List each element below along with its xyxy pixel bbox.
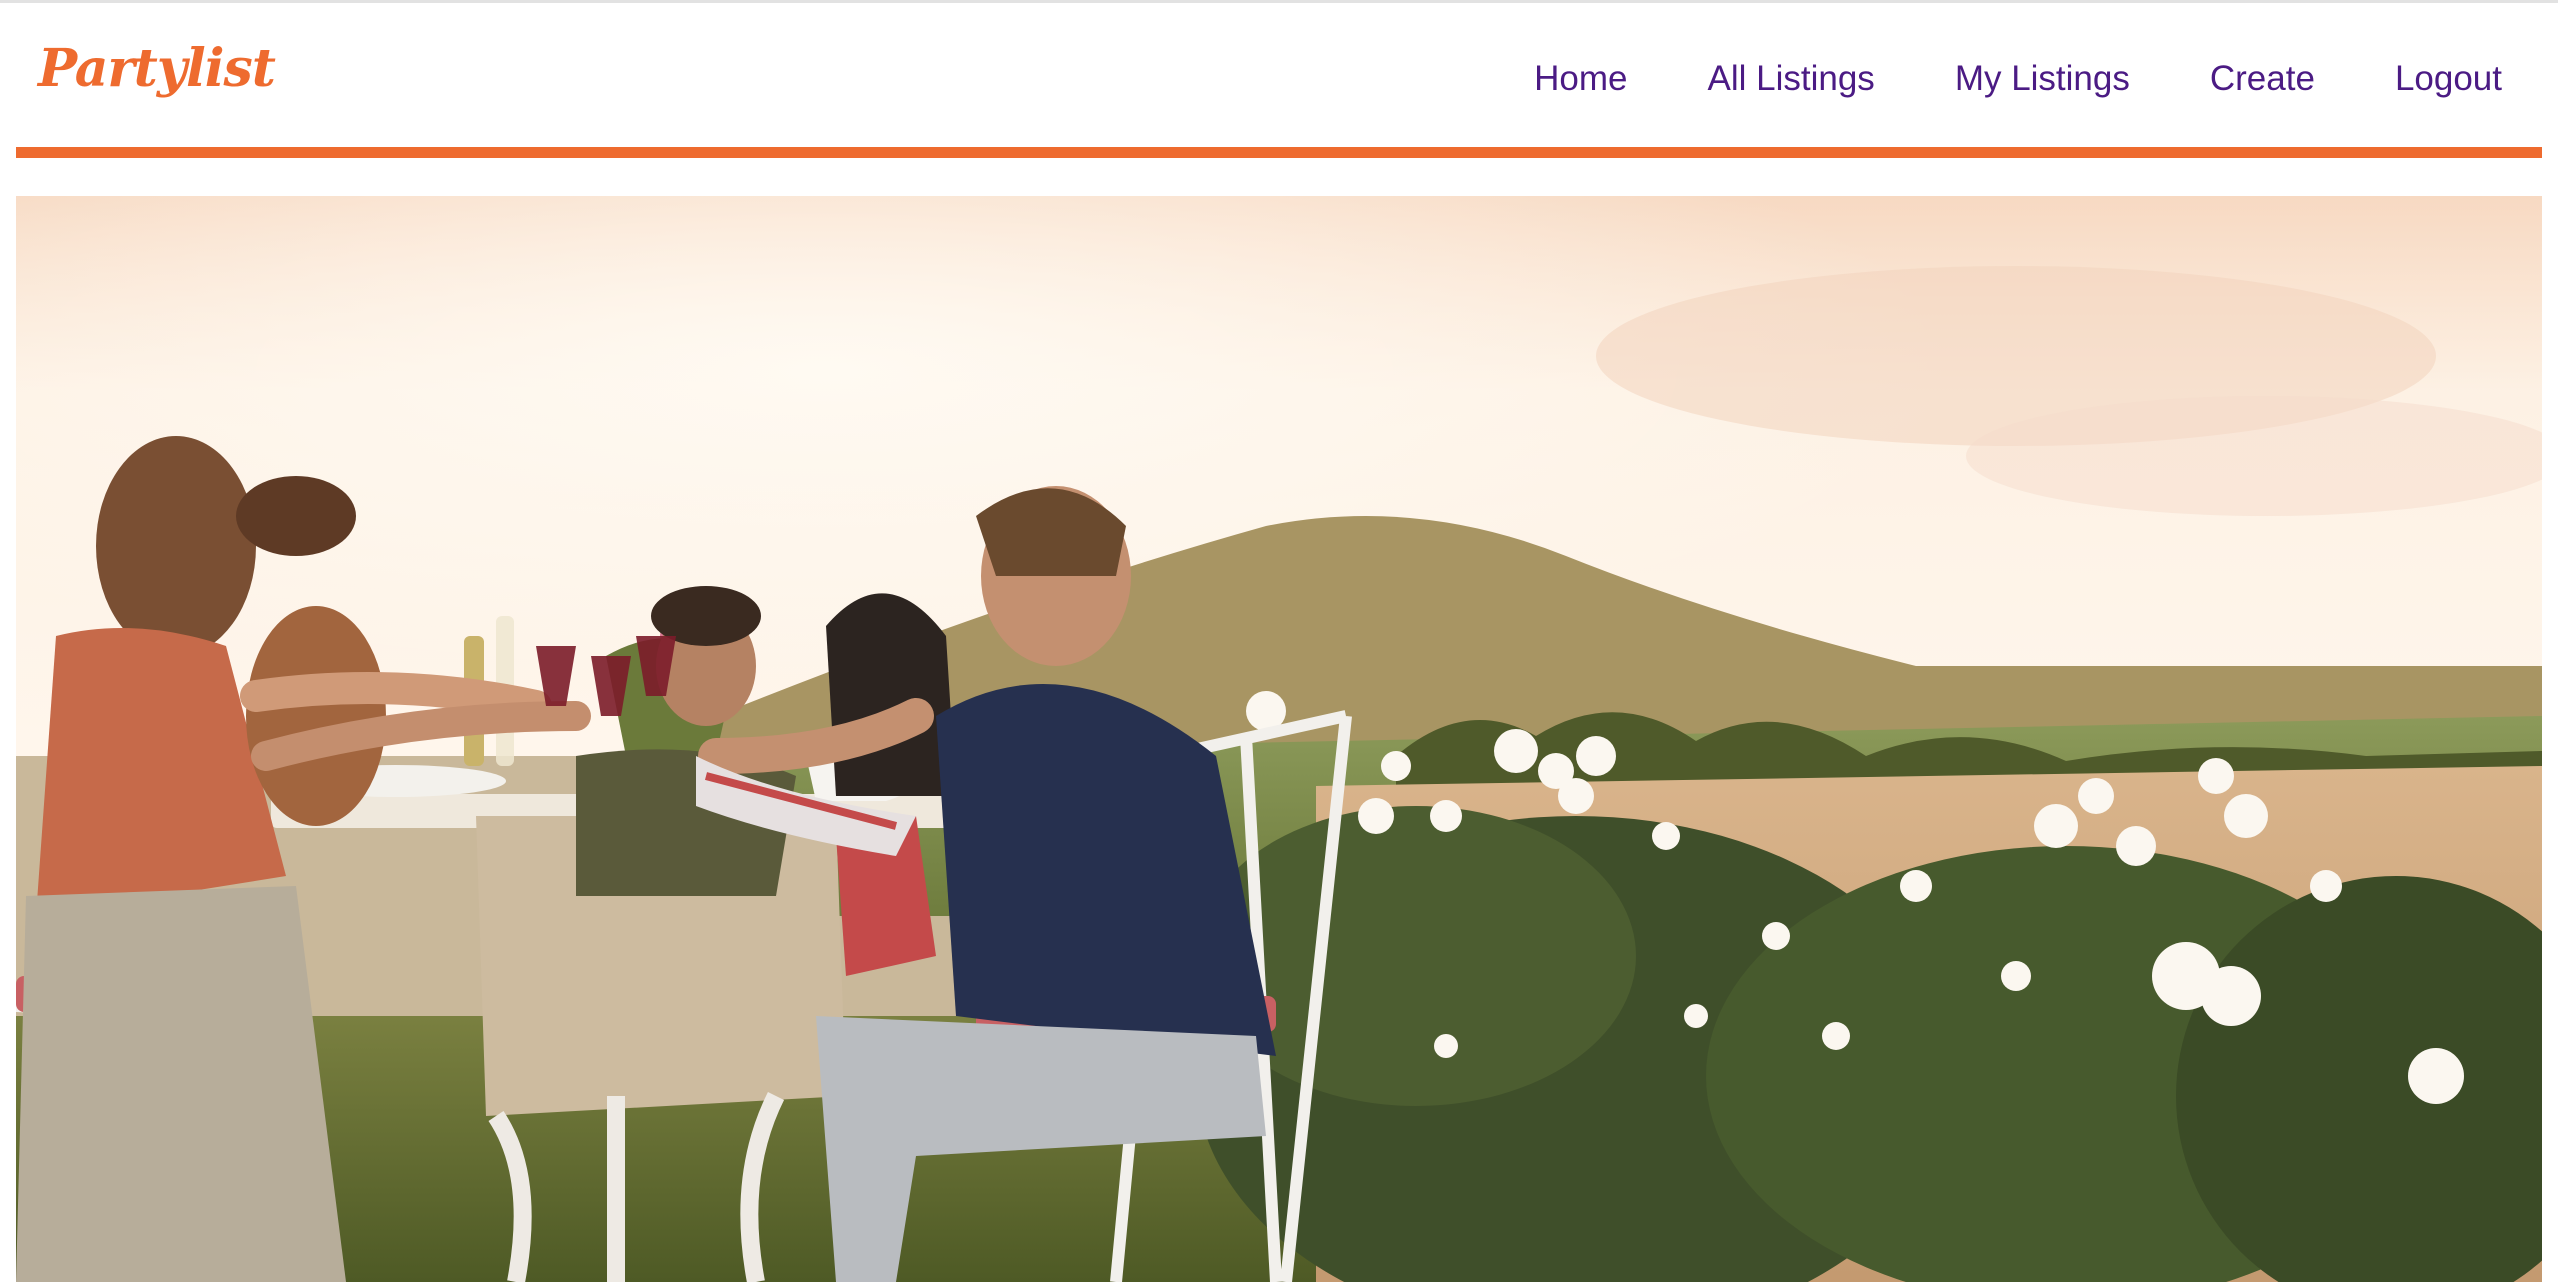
nav-all-listings-link[interactable]: All Listings: [1708, 61, 1875, 96]
nav-create-link[interactable]: Create: [2210, 61, 2315, 96]
nav-links: Home All Listings My Listings Create Log…: [1454, 61, 2502, 96]
hero-image: [16, 196, 2542, 1282]
brand-logo[interactable]: Partylist: [38, 43, 276, 95]
nav-home-link[interactable]: Home: [1534, 61, 1627, 96]
page: Partylist Home All Listings My Listings …: [0, 0, 2558, 1282]
nav-logout-link[interactable]: Logout: [2395, 61, 2502, 96]
hero-photo-illustration: [16, 196, 2542, 1282]
nav-my-listings-link[interactable]: My Listings: [1955, 61, 2130, 96]
navbar: Partylist Home All Listings My Listings …: [16, 3, 2542, 147]
accent-divider: [16, 147, 2542, 158]
